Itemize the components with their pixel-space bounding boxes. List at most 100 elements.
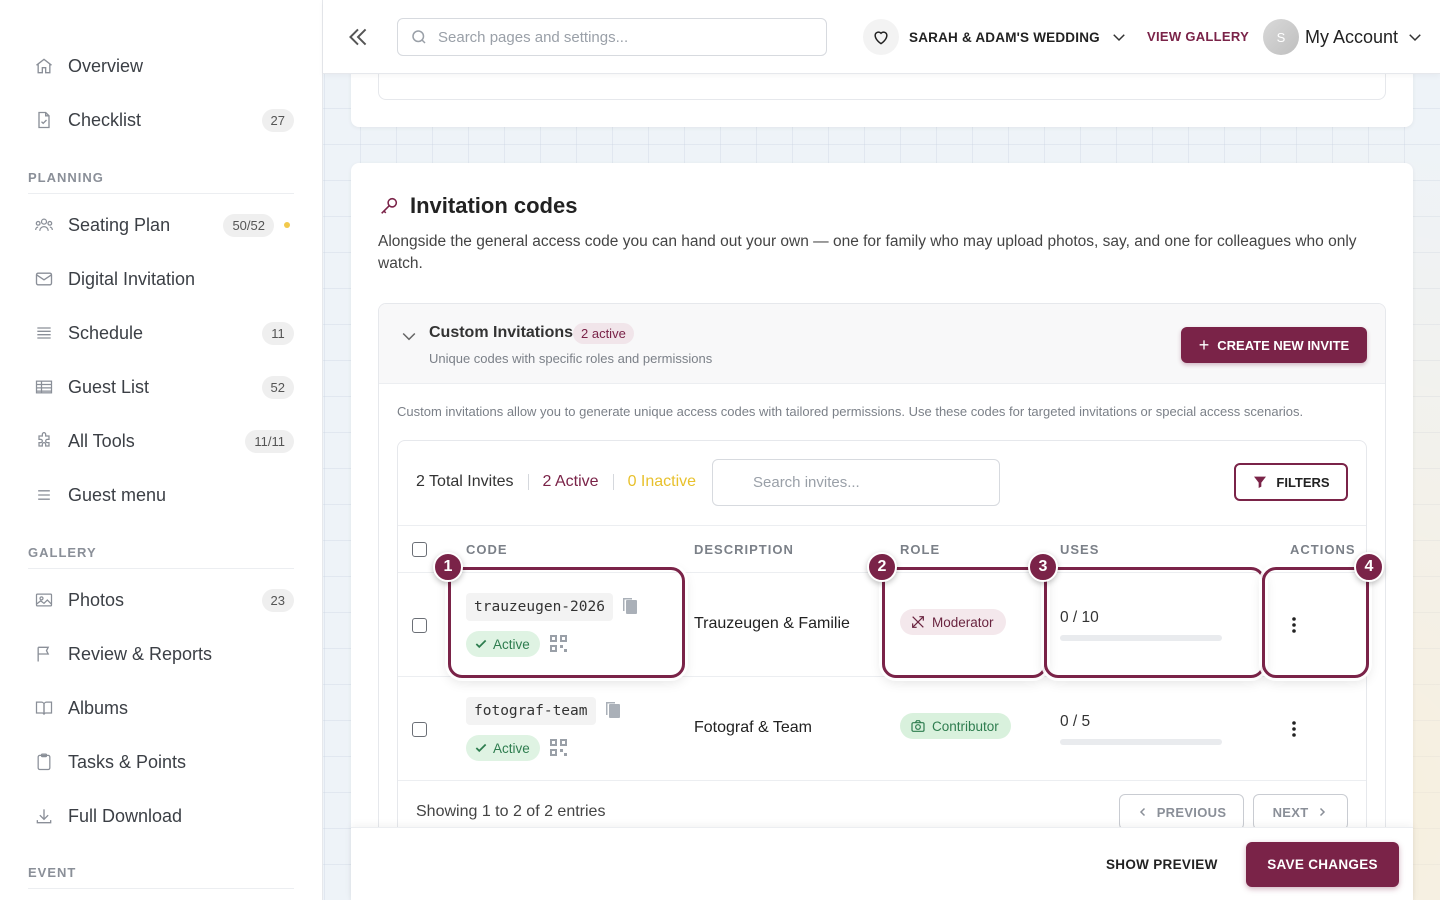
sidebar-item-label: Checklist — [68, 109, 142, 130]
sidebar-item-label: Full Download — [68, 805, 183, 826]
previous-page-button[interactable]: PREVIOUS — [1119, 794, 1244, 830]
row-checkbox[interactable] — [412, 618, 427, 633]
action-bar: SHOW PREVIEW SAVE CHANGES — [351, 827, 1413, 900]
status-label: Active — [493, 740, 530, 756]
chevron-right-icon — [1320, 807, 1326, 817]
sidebar: Overview Checklist 27 PLANNING Seating P… — [0, 0, 323, 900]
column-header-actions: ACTIONS — [1290, 542, 1356, 557]
sidebar-item-label: Photos — [68, 589, 125, 610]
section-label-gallery: GALLERY — [28, 545, 294, 569]
book-open-icon — [32, 696, 56, 720]
copy-icon[interactable] — [605, 701, 621, 719]
uses-progress-bar — [1060, 739, 1222, 745]
search-input[interactable] — [438, 28, 826, 46]
qr-code-icon[interactable] — [550, 635, 567, 652]
more-actions-icon[interactable] — [1286, 719, 1302, 739]
image-icon — [32, 588, 56, 612]
download-icon — [32, 804, 56, 828]
chevron-down-icon — [1113, 34, 1125, 42]
more-actions-icon[interactable] — [1286, 615, 1302, 635]
collapse-sidebar-icon[interactable] — [345, 24, 371, 50]
count-badge: 52 — [261, 375, 294, 399]
list-icon — [32, 321, 56, 345]
sidebar-item-digital-invitation[interactable]: Digital Invitation — [28, 259, 294, 299]
copy-icon[interactable] — [622, 597, 638, 615]
count-badge: 11/11 — [245, 429, 294, 453]
role-label: Contributor — [932, 718, 999, 734]
uses-progress-bar — [1060, 635, 1222, 641]
count-badge: 23 — [261, 588, 294, 612]
sidebar-item-albums[interactable]: Albums — [28, 688, 294, 728]
active-invites[interactable]: 2 Active — [543, 473, 599, 491]
sidebar-item-label: Guest List — [68, 376, 150, 397]
invite-description: Trauzeugen & Familie — [694, 615, 850, 632]
pagination-info: Showing 1 to 2 of 2 entries — [416, 803, 606, 820]
sidebar-item-schedule[interactable]: Schedule 11 — [28, 313, 294, 353]
sidebar-item-checklist[interactable]: Checklist 27 — [28, 100, 294, 140]
role-badge: Moderator — [900, 609, 1006, 635]
sidebar-item-label: Schedule — [68, 322, 144, 343]
status-badge: Active — [466, 735, 540, 761]
callout-number: 4 — [1354, 552, 1384, 582]
uses-count: 0 / 5 — [1060, 713, 1091, 730]
account-menu[interactable]: S My Account — [1263, 19, 1424, 55]
section-label-event: EVENT — [28, 865, 294, 889]
sidebar-item-label: Seating Plan — [68, 214, 171, 235]
filters-label: FILTERS — [1276, 474, 1330, 490]
event-switcher[interactable]: SARAH & ADAM'S WEDDING — [863, 19, 1128, 55]
column-header-description: DESCRIPTION — [694, 542, 794, 557]
view-gallery-link[interactable]: VIEW GALLERY — [1147, 29, 1249, 44]
select-all-checkbox[interactable] — [412, 542, 427, 557]
sidebar-item-photos[interactable]: Photos 23 — [28, 580, 294, 620]
menu-icon — [32, 483, 56, 507]
divider — [612, 474, 614, 490]
sidebar-item-guest-list[interactable]: Guest List 52 — [28, 367, 294, 407]
column-header-code: CODE — [466, 542, 508, 557]
checklist-file-icon — [32, 108, 56, 132]
table-icon — [32, 375, 56, 399]
table-row: trauzeugen-2026 Active Trauzeugen & Fami… — [398, 573, 1366, 677]
invite-description: Fotograf & Team — [694, 719, 812, 736]
sidebar-item-review-reports[interactable]: Review & Reports — [28, 634, 294, 674]
sidebar-item-all-tools[interactable]: All Tools 11/11 — [28, 421, 294, 461]
next-label: NEXT — [1272, 804, 1309, 820]
next-page-button[interactable]: NEXT — [1253, 794, 1348, 830]
avatar: S — [1263, 19, 1299, 55]
invite-search-input[interactable] — [712, 459, 1000, 506]
flag-icon — [32, 642, 56, 666]
sidebar-item-guest-menu[interactable]: Guest menu — [28, 475, 294, 515]
page-title: Invitation codes — [410, 193, 578, 218]
role-badge: Contributor — [900, 713, 1011, 739]
sidebar-item-full-download[interactable]: Full Download — [28, 796, 294, 836]
qr-code-icon[interactable] — [550, 739, 567, 756]
envelope-icon — [32, 267, 56, 291]
sidebar-item-tasks-points[interactable]: Tasks & Points — [28, 742, 294, 782]
create-new-invite-button[interactable]: + CREATE NEW INVITE — [1181, 327, 1367, 363]
home-icon — [32, 54, 56, 78]
sidebar-item-seating-plan[interactable]: Seating Plan 50/52 — [28, 205, 294, 245]
filters-button[interactable]: FILTERS — [1234, 463, 1348, 501]
chevron-down-icon[interactable] — [399, 326, 419, 346]
callout-number: 1 — [433, 552, 463, 582]
funnel-icon — [1254, 476, 1267, 488]
save-changes-button[interactable]: SAVE CHANGES — [1246, 842, 1399, 887]
puzzle-icon — [32, 429, 56, 453]
row-checkbox[interactable] — [412, 722, 427, 737]
tools-icon — [912, 616, 924, 628]
sidebar-item-label: Digital Invitation — [68, 268, 196, 289]
heart-icon — [863, 19, 899, 55]
previous-label: PREVIOUS — [1156, 804, 1227, 820]
card-description: Alongside the general access code you ca… — [378, 233, 1357, 272]
sidebar-item-label: Overview — [68, 55, 144, 76]
event-name: SARAH & ADAM'S WEDDING — [909, 29, 1100, 45]
panel-title: Custom Invitations — [429, 324, 574, 341]
invite-code: fotograf-team — [466, 697, 596, 725]
inactive-invites[interactable]: 0 Inactive — [628, 473, 696, 491]
show-preview-button[interactable]: SHOW PREVIEW — [1106, 857, 1218, 872]
count-badge: 27 — [261, 108, 294, 132]
panel-subtitle: Unique codes with specific roles and per… — [429, 351, 713, 366]
sidebar-item-label: Albums — [68, 697, 129, 718]
camera-icon — [911, 720, 925, 732]
sidebar-item-overview[interactable]: Overview — [28, 46, 294, 86]
section-label-planning: PLANNING — [28, 170, 294, 194]
